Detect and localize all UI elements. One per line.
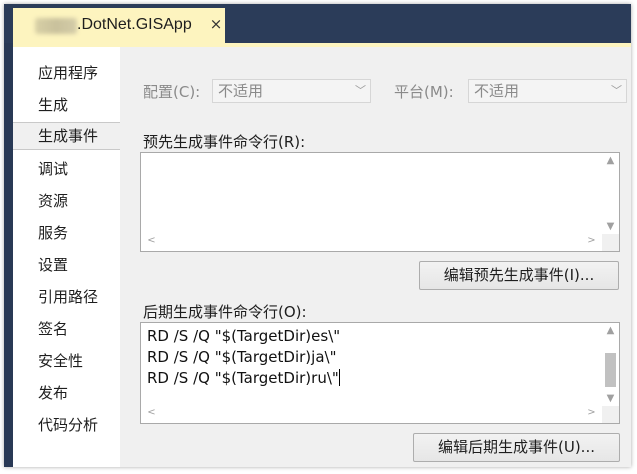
platform-combo-value: 不适用 — [474, 82, 520, 100]
project-properties-panel: 应用程序 生成 生成事件 调试 资源 服务 设置 引用路径 签名 安全性 发布 … — [13, 47, 631, 467]
prebuild-vertical-scrollbar[interactable]: ▲ ▼ — [602, 153, 619, 234]
nav-item-security[interactable]: 安全性 — [13, 347, 120, 375]
edit-prebuild-button[interactable]: 编辑预先生成事件(I)... — [419, 261, 619, 290]
postbuild-line-3: RD /S /Q "$(TargetDir)ru\" — [147, 369, 340, 387]
scroll-left-icon[interactable]: < — [143, 235, 160, 246]
scroll-up-icon[interactable]: ▲ — [602, 155, 619, 166]
nav-item-debug[interactable]: 调试 — [13, 155, 120, 183]
build-events-page: 配置(C): 不适用 ﹀ 平台(M): 不适用 ﹀ 预先生成事件命令行(R): … — [120, 47, 631, 467]
tab-title: .DotNet.GISApp — [77, 16, 192, 33]
nav-item-publish[interactable]: 发布 — [13, 379, 120, 407]
properties-nav: 应用程序 生成 生成事件 调试 资源 服务 设置 引用路径 签名 安全性 发布 … — [13, 47, 120, 467]
scroll-up-icon[interactable]: ▲ — [602, 325, 619, 336]
config-combo-value: 不适用 — [218, 82, 264, 100]
postbuild-label: 后期生成事件命令行(O): — [143, 303, 307, 321]
scroll-right-icon[interactable]: > — [583, 407, 600, 418]
nav-item-resources[interactable]: 资源 — [13, 187, 120, 215]
window-frame: .DotNet.GISApp × 应用程序 生成 生成事件 调试 资源 服务 设… — [4, 4, 631, 467]
blurred-project-name — [35, 18, 77, 34]
nav-item-code-analysis[interactable]: 代码分析 — [13, 411, 120, 439]
scroll-corner — [602, 406, 619, 423]
scroll-thumb[interactable] — [605, 353, 616, 387]
nav-item-settings[interactable]: 设置 — [13, 251, 120, 279]
document-tab-bar: .DotNet.GISApp × — [4, 4, 631, 43]
scroll-corner — [602, 234, 619, 251]
postbuild-command-textbox[interactable]: RD /S /Q "$(TargetDir)es\" RD /S /Q "$(T… — [140, 322, 620, 424]
text-caret — [338, 369, 340, 386]
close-icon[interactable]: × — [207, 15, 225, 35]
nav-item-build[interactable]: 生成 — [13, 91, 120, 119]
platform-label: 平台(M): — [394, 83, 454, 101]
prebuild-label: 预先生成事件命令行(R): — [143, 133, 306, 151]
chevron-down-icon: ﹀ — [355, 84, 366, 97]
scroll-right-icon[interactable]: > — [583, 235, 600, 246]
postbuild-line-2: RD /S /Q "$(TargetDir)ja\" — [147, 348, 337, 366]
nav-item-services[interactable]: 服务 — [13, 219, 120, 247]
postbuild-vertical-scrollbar[interactable]: ▲ ▼ — [602, 323, 619, 406]
document-tab[interactable]: .DotNet.GISApp × — [13, 8, 225, 43]
edit-postbuild-button[interactable]: 编辑后期生成事件(U)... — [413, 433, 620, 462]
scroll-down-icon[interactable]: ▼ — [602, 393, 619, 404]
postbuild-horizontal-scrollbar[interactable]: < > — [141, 406, 602, 423]
prebuild-horizontal-scrollbar[interactable]: < > — [141, 234, 602, 251]
platform-combo[interactable]: 不适用 ﹀ — [468, 79, 627, 103]
nav-item-application[interactable]: 应用程序 — [13, 59, 120, 87]
scroll-left-icon[interactable]: < — [143, 407, 160, 418]
nav-item-reference-paths[interactable]: 引用路径 — [13, 283, 120, 311]
chevron-down-icon: ﹀ — [611, 84, 622, 97]
nav-item-build-events[interactable]: 生成事件 — [13, 122, 120, 150]
scroll-down-icon[interactable]: ▼ — [602, 221, 619, 232]
prebuild-command-textbox[interactable]: ▲ ▼ < > — [140, 152, 620, 252]
postbuild-line-1: RD /S /Q "$(TargetDir)es\" — [147, 327, 341, 345]
config-combo[interactable]: 不适用 ﹀ — [212, 79, 371, 103]
nav-item-signing[interactable]: 签名 — [13, 315, 120, 343]
config-label: 配置(C): — [143, 83, 201, 101]
